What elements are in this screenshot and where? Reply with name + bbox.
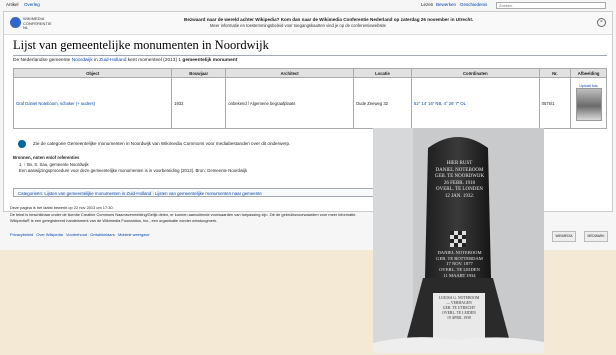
column-header-image[interactable]: Afbeelding	[570, 68, 607, 78]
footer-links: Privacybeleid Over Wikipedia Voorbehoud …	[10, 232, 150, 237]
epitaph-plaque: LOUISA G. NOTEBOOM — VERHAGEN GEB. TE UTRE…	[438, 296, 480, 320]
tab-talk[interactable]: Overleg	[24, 2, 40, 7]
footer-link-developers[interactable]: Ontwikkelaars	[90, 232, 114, 237]
footer-link-disclaimer[interactable]: Voorbehoud	[66, 232, 87, 237]
wikimedia-logo-icon	[10, 17, 21, 28]
tab-article[interactable]: Artikel	[6, 2, 19, 7]
epitaph-top: HIER RUST DANIEL NOTEBOOM GEB. TE NOORDWIJ…	[434, 161, 485, 199]
chessboard-icon	[450, 231, 466, 247]
site-notice-banner: WIKIMEDIA CONFERENTIE NL Bezwaard naar d…	[4, 12, 612, 35]
tab-edit[interactable]: Bewerken	[436, 2, 456, 7]
category-link-1[interactable]: Lijsten van gemeentelijke monumenten in …	[44, 191, 151, 196]
page-title: Lijst van gemeentelijke monumenten in No…	[13, 38, 269, 52]
search-input[interactable]	[496, 2, 606, 9]
table-row: Graf Daniel Noteboom, schaker (+ ouders)…	[12, 77, 607, 129]
close-icon[interactable]: ×	[597, 18, 606, 27]
banner-subline[interactable]: Meer informatie en toestemmingsbeleid vo…	[210, 23, 386, 28]
epitaph-middle: DANIEL NOTEBOOM GEB. TE ROTTERDAM 17 NOV. …	[436, 250, 483, 278]
category-box: Categorieën: Lijsten van gemeentelijke m…	[13, 188, 375, 197]
commons-box: Zie de categorie Gemeentelijke monumente…	[13, 137, 343, 151]
tab-read[interactable]: Lezen	[421, 2, 433, 7]
tab-history[interactable]: Geschiedenis	[460, 2, 487, 7]
grave-thumbnail[interactable]	[575, 88, 602, 121]
intro-text: De Nederlandse gemeente Noordwijk in Zui…	[13, 58, 238, 63]
cell-object[interactable]: Graf Daniel Noteboom, schaker (+ ouders)	[12, 77, 173, 129]
footer-link-privacy[interactable]: Privacybeleid	[10, 232, 33, 237]
cell-year: 1932	[171, 77, 227, 129]
footer-link-mobile[interactable]: Mobiele weergave	[118, 232, 150, 237]
categories-label[interactable]: Categorieën:	[18, 191, 43, 196]
link-noordwijk[interactable]: Noordwijk	[72, 58, 93, 63]
banner-headline: Bezwaard naar de wereld achter Wikipedia…	[184, 17, 474, 22]
title-divider	[13, 55, 607, 56]
column-header-year[interactable]: Bouwjaar	[171, 68, 227, 78]
cell-architect: onbekend / Algemene begraafplaats	[225, 77, 354, 129]
column-header-architect[interactable]: Architect	[225, 68, 354, 78]
trademark-text: Wikipedia® is een geregistreerd handelsm…	[10, 218, 218, 223]
wikimedia-badge[interactable]: WIKIMEDIA	[552, 231, 576, 242]
cell-location: Oude Zeeweg 32	[352, 77, 413, 129]
mediawiki-badge[interactable]: MEDIAWIKI	[584, 231, 608, 242]
category-link-2[interactable]: Lijsten van gemeentelijke monumenten naa…	[155, 191, 262, 196]
footer-link-about[interactable]: Over Wikipedia	[36, 232, 62, 237]
footer-info: Deze pagina is het laatst bewerkt op 22 …	[10, 205, 370, 225]
commons-text[interactable]: Zie de categorie Gemeentelijke monumente…	[33, 141, 290, 146]
cell-number: 0575/1	[538, 77, 572, 129]
column-header-location[interactable]: Locatie	[352, 68, 413, 78]
column-header-coordinates[interactable]: Coördinaten	[411, 68, 540, 78]
top-tabs-bar: Artikel Overleg Lezen Bewerken Geschiede…	[0, 0, 616, 11]
cell-image: Upload foto	[570, 77, 607, 129]
column-header-number[interactable]: Nr.	[538, 68, 572, 78]
references-section: Bronnen, noten en/of referenties 1. ↑ Bv…	[13, 155, 373, 175]
conference-logo[interactable]: WIKIMEDIA CONFERENTIE NL	[10, 16, 56, 30]
reference-note: Een aanwijzingsprocedure voor deze gemee…	[19, 168, 248, 173]
commons-icon	[18, 140, 26, 148]
link-zuid-holland[interactable]: Zuid-Holland	[99, 58, 126, 63]
cell-coordinates[interactable]: 52° 14′ 16″ NB, 4° 26′ 7″ OL	[411, 77, 540, 129]
monuments-table: Object Bouwjaar Architect Locatie Coördi…	[12, 68, 607, 129]
gravestone-photo[interactable]: HIER RUST DANIEL NOTEBOOM GEB. TE NOORDWIJ…	[373, 128, 544, 353]
column-header-object[interactable]: Object	[12, 68, 173, 78]
